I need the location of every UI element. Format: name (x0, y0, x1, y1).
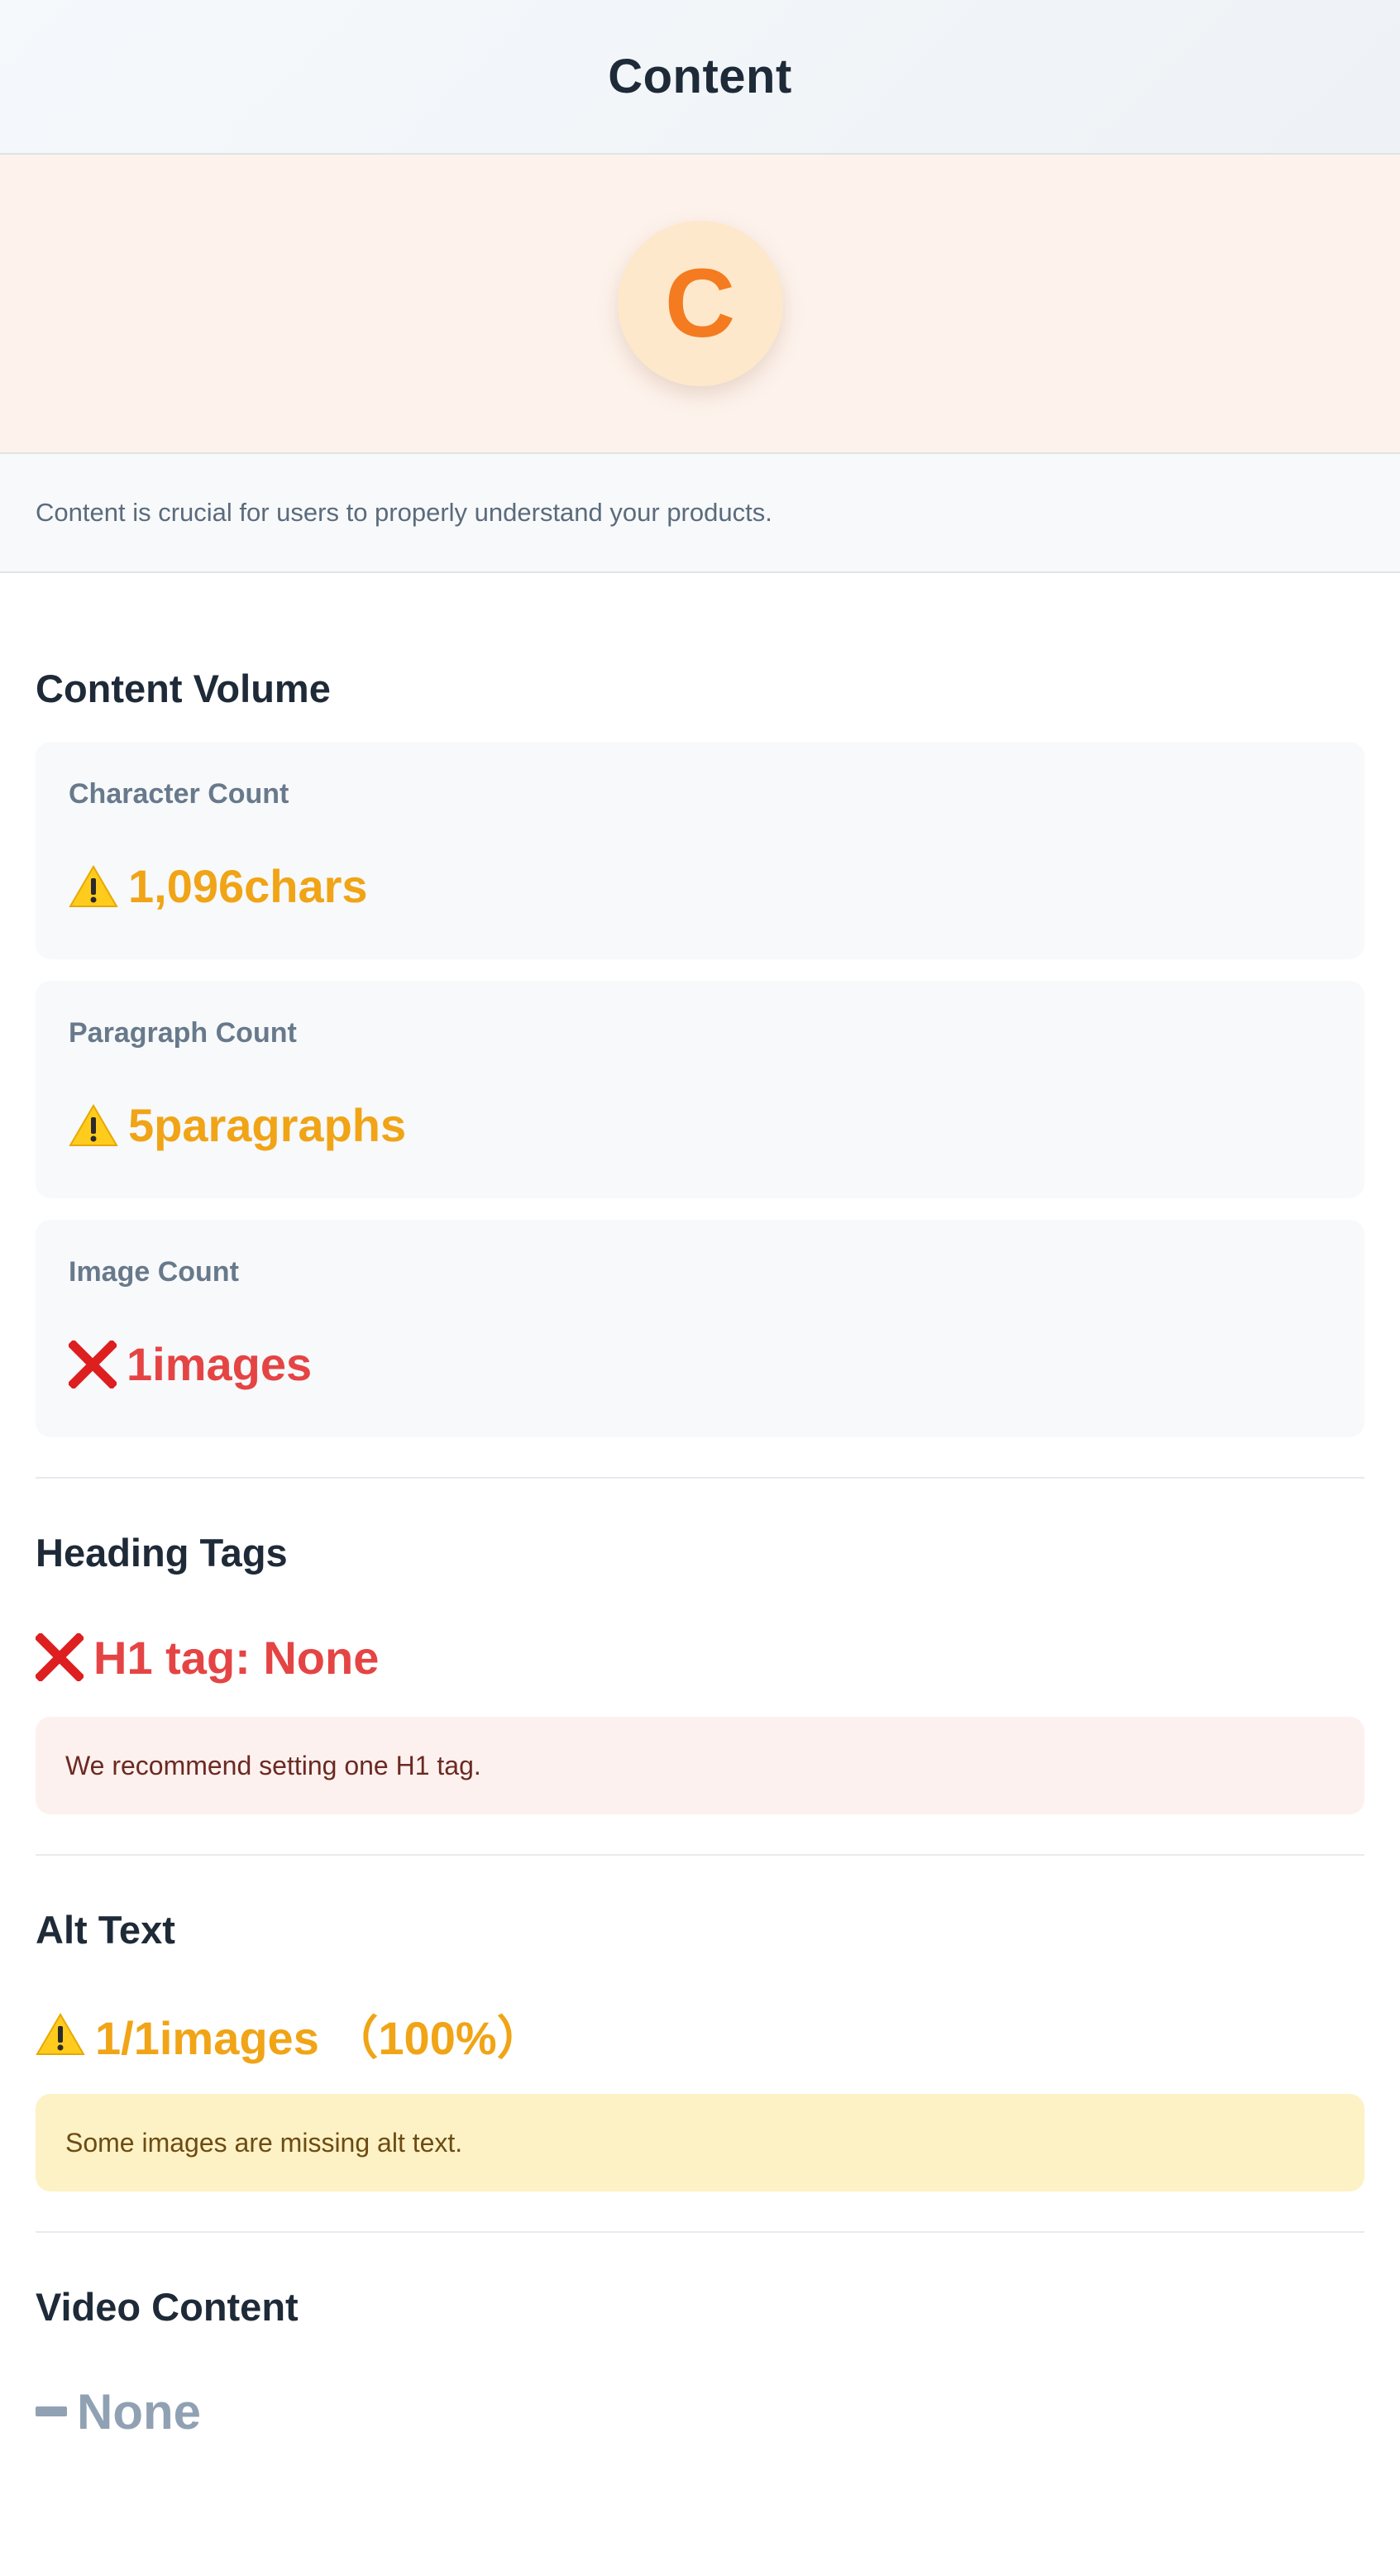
paragraph-count-card: Paragraph Count 5paragraphs (36, 981, 1364, 1198)
main-content: Content Volume Character Count 1,096char… (0, 573, 1400, 2440)
video-content-section: Video Content None (36, 2233, 1364, 2440)
cross-icon (69, 1340, 117, 1388)
h1-recommendation-note: We recommend setting one H1 tag. (36, 1717, 1364, 1814)
alt-text-status-text: 1/1images （100%） (95, 2011, 543, 2064)
avatar: C (617, 221, 783, 386)
metric-text: 5paragraphs (128, 1099, 407, 1151)
h1-status: H1 tag: None (36, 1631, 1364, 1684)
hero-banner: C (0, 155, 1400, 454)
video-status: None (36, 2383, 1364, 2440)
dash-icon (36, 2406, 67, 2416)
alt-text-title: Alt Text (36, 1908, 175, 1952)
page-title: Content (608, 50, 792, 103)
card-label: Image Count (69, 1256, 239, 1288)
heading-tags-section: Heading Tags H1 tag: None We recommend s… (36, 1479, 1364, 1814)
card-label: Character Count (69, 778, 289, 810)
metric-text: 1images (127, 1338, 313, 1390)
note-text: Some images are missing alt text. (65, 2127, 463, 2158)
alt-text-section: Alt Text 1/1images （100%） Some images ar… (36, 1856, 1364, 2191)
cross-icon (36, 1633, 84, 1681)
description-text: Content is crucial for users to properly… (36, 498, 772, 527)
character-count-card: Character Count 1,096chars (36, 742, 1364, 959)
character-count-value: 1,096chars (69, 859, 368, 913)
note-text: We recommend setting one H1 tag. (65, 1750, 481, 1780)
alt-text-warning-note: Some images are missing alt text. (36, 2094, 1364, 2191)
h1-status-text: H1 tag: None (93, 1631, 380, 1684)
heading-tags-title: Heading Tags (36, 1531, 288, 1575)
warning-icon (69, 1103, 118, 1147)
page-header: Content (0, 0, 1400, 155)
paragraph-count-value: 5paragraphs (69, 1098, 406, 1152)
description-band: Content is crucial for users to properly… (0, 454, 1400, 573)
image-count-card: Image Count 1images (36, 1220, 1364, 1437)
warning-icon (36, 2013, 85, 2056)
metric-text: 1,096chars (128, 860, 368, 912)
avatar-letter: C (664, 249, 736, 358)
video-content-title: Video Content (36, 2285, 299, 2329)
video-status-text: None (77, 2383, 201, 2440)
card-label: Paragraph Count (69, 1017, 297, 1049)
content-volume-section: Content Volume Character Count 1,096char… (36, 573, 1364, 1437)
alt-text-status: 1/1images （100%） (36, 2008, 1364, 2064)
page: Content C Content is crucial for users t… (0, 0, 1400, 2576)
warning-icon (69, 864, 118, 908)
content-volume-title: Content Volume (36, 667, 331, 710)
image-count-value: 1images (69, 1337, 312, 1391)
